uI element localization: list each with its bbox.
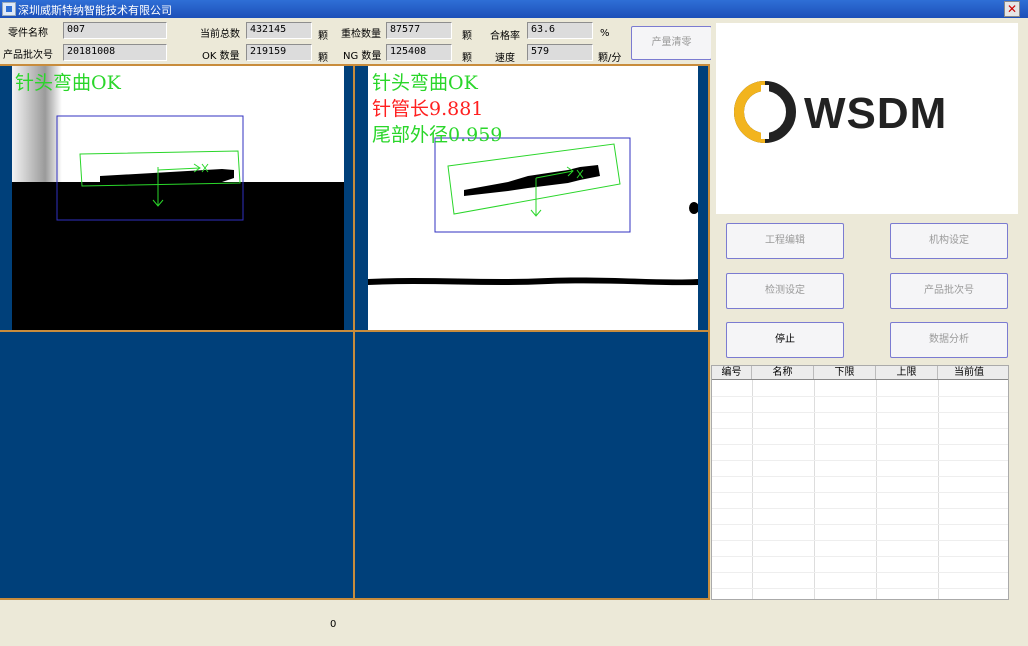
speed-unit: 颗/分: [598, 53, 622, 64]
status-counter: 0: [330, 619, 337, 630]
camera1-bend-status: 针头弯曲OK: [15, 72, 121, 94]
part-name-field[interactable]: 007: [63, 22, 167, 39]
window-title: 深圳威斯特纳智能技术有限公司: [18, 4, 172, 17]
pass-rate-unit: %: [600, 28, 610, 39]
table-row: [712, 460, 1008, 461]
camera2-tail-diameter: 尾部外径0.959: [372, 124, 503, 146]
table-header: 编号 名称 下限 上限 当前值: [712, 366, 1008, 380]
table-row: [712, 476, 1008, 477]
ok-field: 219159: [246, 44, 312, 61]
recheck-label: 重检数量: [341, 29, 381, 40]
table-row: [712, 524, 1008, 525]
recheck-unit: 颗: [462, 31, 472, 42]
grid-line-middle: [0, 330, 710, 332]
pass-rate-label: 合格率: [490, 31, 520, 42]
ng-label: NG 数量: [343, 51, 382, 62]
reset-output-button[interactable]: 产量清零: [631, 26, 712, 60]
close-button[interactable]: ✕: [1004, 1, 1020, 17]
status-bar: 0: [0, 600, 1028, 646]
table-row: [712, 572, 1008, 573]
grid-line-right: [708, 64, 710, 600]
col-upper[interactable]: 上限: [876, 366, 938, 379]
total-field: 432145: [246, 22, 312, 39]
grid-line-top: [0, 64, 710, 66]
logo-area: WSDM: [716, 23, 1018, 214]
recheck-field: 87577: [386, 22, 452, 39]
ok-unit: 颗: [318, 53, 328, 64]
batch-number-button[interactable]: 产品批次号: [890, 273, 1008, 309]
table-row: [712, 412, 1008, 413]
camera1-image: [12, 66, 344, 330]
total-label: 当前总数: [200, 29, 240, 40]
table-row: [712, 540, 1008, 541]
col-lower[interactable]: 下限: [814, 366, 876, 379]
data-analysis-button[interactable]: 数据分析: [890, 322, 1008, 358]
project-edit-button[interactable]: 工程编辑: [726, 223, 844, 259]
logo-mark: [734, 81, 796, 143]
table-row: [712, 508, 1008, 509]
title-bar: 深圳威斯特纳智能技术有限公司 ✕: [0, 0, 1028, 18]
col-current[interactable]: 当前值: [938, 366, 1000, 379]
table-row: [712, 556, 1008, 557]
detect-setup-button[interactable]: 检测设定: [726, 273, 844, 309]
mechanism-setup-button[interactable]: 机构设定: [890, 223, 1008, 259]
ng-field: 125408: [386, 44, 452, 61]
camera2-tube-length: 针管长9.881: [372, 98, 484, 120]
table-row: [712, 492, 1008, 493]
table-row: [712, 396, 1008, 397]
grid-line-vertical: [353, 64, 355, 600]
ng-unit: 颗: [462, 53, 472, 64]
camera2-bend-status: 针头弯曲OK: [372, 72, 478, 94]
total-unit: 颗: [318, 31, 328, 42]
col-name[interactable]: 名称: [752, 366, 814, 379]
app-icon: [2, 2, 16, 16]
table-row: [712, 588, 1008, 589]
stop-button[interactable]: 停止: [726, 322, 844, 358]
batch-label: 产品批次号: [3, 50, 53, 61]
measurement-table[interactable]: 编号 名称 下限 上限 当前值: [711, 365, 1009, 600]
table-row: [712, 444, 1008, 445]
col-id[interactable]: 编号: [712, 366, 752, 379]
speed-label: 速度: [495, 53, 515, 64]
batch-field[interactable]: 20181008: [63, 44, 167, 61]
speed-field: 579: [527, 44, 593, 61]
pass-rate-field: 63.6: [527, 22, 593, 39]
part-name-label: 零件名称: [8, 28, 48, 39]
table-row: [712, 428, 1008, 429]
ok-label: OK 数量: [202, 51, 240, 62]
logo-text: WSDM: [804, 89, 948, 138]
